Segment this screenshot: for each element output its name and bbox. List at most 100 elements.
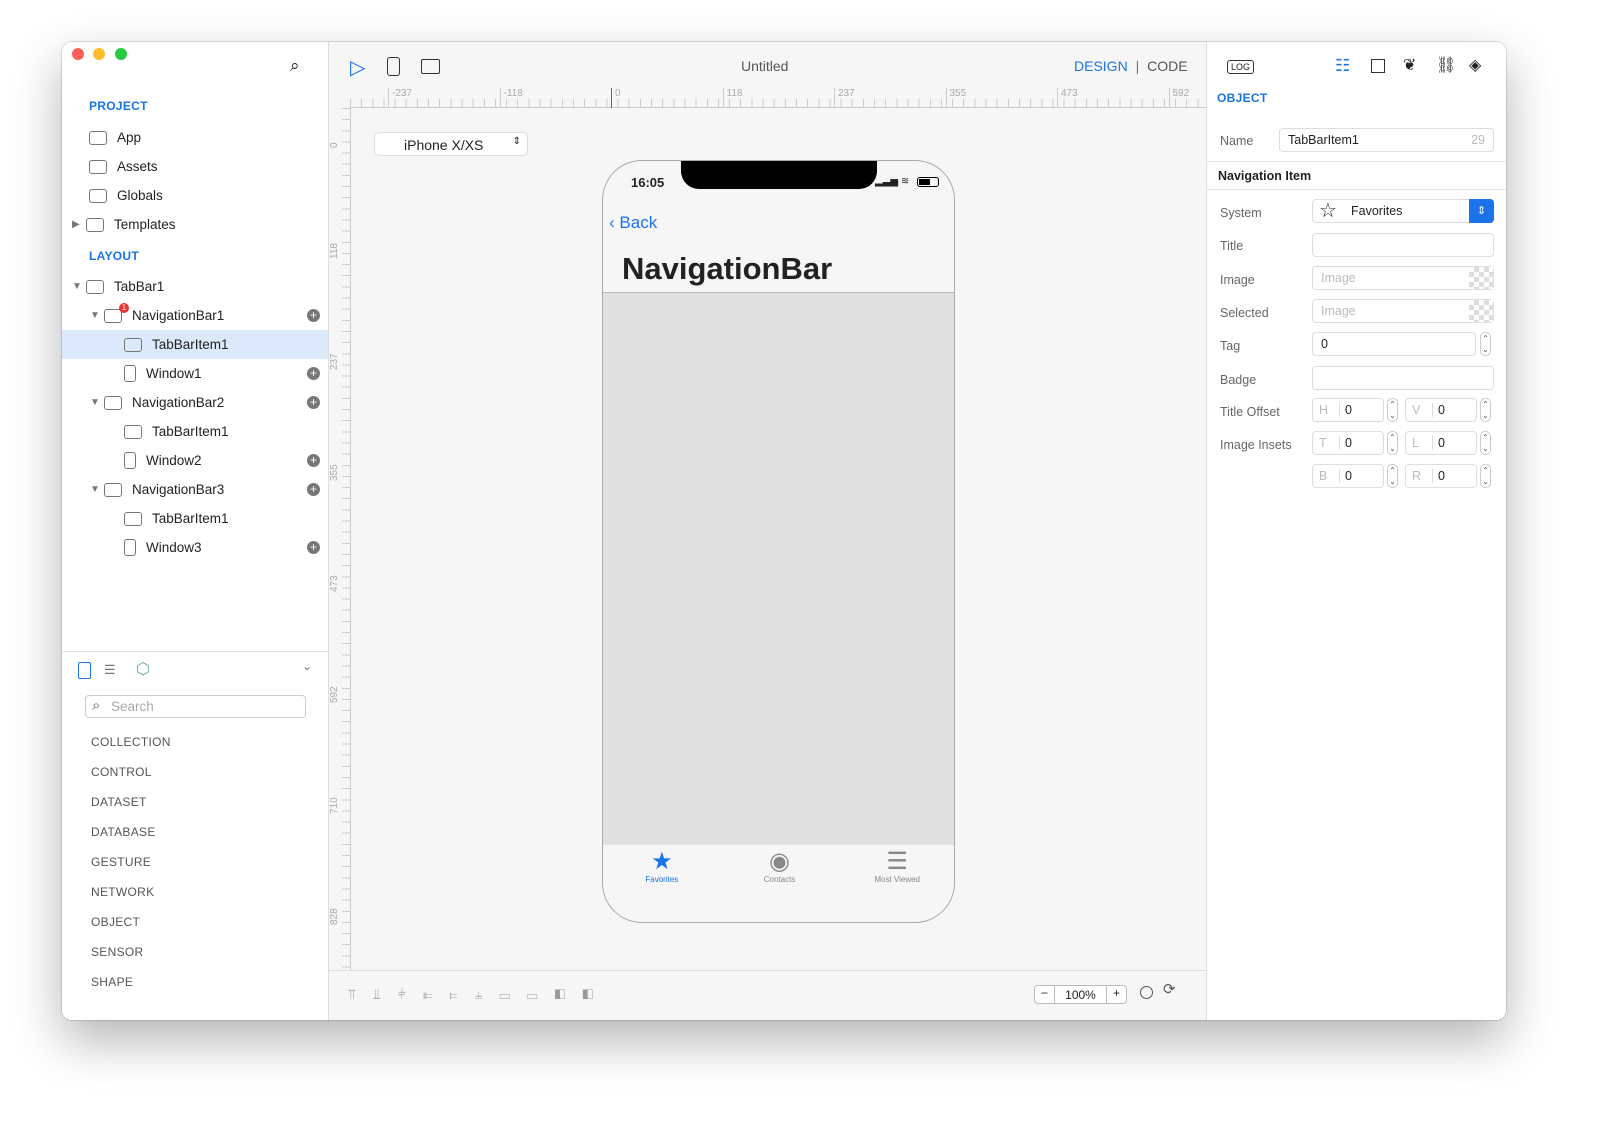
storyboard-icon[interactable] (421, 59, 440, 74)
l-stepper[interactable]: ⌃ ⌄ (1480, 431, 1491, 455)
zoom-in-button[interactable]: + (1106, 986, 1126, 1003)
diamond-icon[interactable]: ◈ (1469, 55, 1481, 75)
tab-bar-item[interactable]: ★ Favorites (603, 845, 721, 895)
library-category[interactable]: SHAPE (91, 975, 133, 989)
library-search-input[interactable]: ⌕ Search (85, 695, 306, 718)
design-tab[interactable]: DESIGN (1074, 58, 1128, 74)
ruler-label: 237 (834, 88, 855, 108)
disclosure-triangle-icon[interactable]: ▼ (72, 281, 86, 292)
image-input[interactable]: Image (1312, 266, 1494, 290)
r-input[interactable]: R0 (1405, 464, 1477, 488)
project-item[interactable]: Assets (62, 152, 328, 181)
h-stepper[interactable]: ⌃ ⌄ (1387, 398, 1398, 422)
l-input[interactable]: L0 (1405, 431, 1477, 455)
zoom-out-button[interactable]: − (1035, 986, 1055, 1003)
tab-bar-item[interactable]: ☰ Most Viewed (838, 845, 954, 895)
link-icon[interactable]: ⛓ (1436, 55, 1456, 75)
h-input[interactable]: H0 (1312, 398, 1384, 422)
disclosure-triangle-icon[interactable]: ▼ (90, 310, 104, 321)
library-category[interactable]: DATASET (91, 795, 147, 809)
device-selector[interactable]: iPhone X/XS ⇕ (374, 132, 528, 156)
v-input[interactable]: V0 (1405, 398, 1477, 422)
disclosure-triangle-icon[interactable]: ▶ (72, 219, 86, 230)
search-icon[interactable]: ⌕ (290, 56, 300, 76)
tree-item[interactable]: Window3 + (62, 533, 328, 562)
badge-input[interactable] (1312, 366, 1494, 390)
tree-item[interactable]: TabBarItem1 (62, 417, 328, 446)
close-window-button[interactable] (72, 48, 84, 60)
frame-icon[interactable] (1371, 59, 1385, 73)
cube-icon[interactable]: ⬡ (136, 659, 150, 679)
library-category[interactable]: CONTROL (91, 765, 152, 779)
play-icon[interactable]: ▷ (350, 55, 365, 80)
lotus-icon[interactable]: ❦ (1403, 55, 1416, 75)
library-category[interactable]: OBJECT (91, 915, 140, 929)
r-stepper[interactable]: ⌃ ⌄ (1480, 464, 1491, 488)
minimize-window-button[interactable] (93, 48, 105, 60)
title-input[interactable] (1312, 233, 1494, 257)
tree-item[interactable]: ▼ NavigationBar2 + (62, 388, 328, 417)
add-child-icon[interactable]: + (307, 396, 320, 409)
library-category[interactable]: SENSOR (91, 945, 143, 959)
project-item[interactable]: App (62, 123, 328, 152)
system-select[interactable]: ☆ Favorites ⇕ (1312, 199, 1494, 223)
l-value: 0 (1432, 436, 1445, 450)
star-icon: ☆ (1319, 200, 1337, 222)
tree-item[interactable]: TabBarItem1 (62, 504, 328, 533)
zoom-window-button[interactable] (115, 48, 127, 60)
navbar-library-icon[interactable]: ☰ (104, 662, 116, 678)
add-child-icon[interactable]: + (307, 483, 320, 496)
system-value: Favorites (1351, 204, 1403, 218)
project-item[interactable]: ▶ Templates (62, 210, 328, 239)
b-input[interactable]: B0 (1312, 464, 1384, 488)
t-stepper[interactable]: ⌃ ⌄ (1387, 431, 1398, 455)
battery-icon (917, 177, 939, 187)
disclosure-triangle-icon[interactable]: ▼ (90, 484, 104, 495)
library-category[interactable]: DATABASE (91, 825, 156, 839)
status-time: 16:05 (631, 175, 665, 190)
v-stepper[interactable]: ⌃ ⌄ (1480, 398, 1491, 422)
tree-item[interactable]: ▼ TabBar1 (62, 272, 328, 301)
disclosure-triangle-icon[interactable]: ▼ (90, 397, 104, 408)
code-tab[interactable]: CODE (1147, 58, 1187, 74)
t-input[interactable]: T0 (1312, 431, 1384, 455)
library-category[interactable]: COLLECTION (91, 735, 171, 749)
tree-item[interactable]: Window1 + (62, 359, 328, 388)
library-category[interactable]: GESTURE (91, 855, 151, 869)
document-title: Untitled (741, 58, 789, 74)
tab-bar-item[interactable]: ◉ Contacts (721, 845, 839, 895)
image-picker[interactable] (1469, 300, 1493, 322)
zoom-fit-icon[interactable] (1140, 986, 1153, 999)
tab-icon (86, 279, 104, 294)
chevron-down-icon[interactable]: ⌄ (302, 659, 312, 673)
back-button[interactable]: ‹ Back (609, 213, 657, 233)
image-picker[interactable] (1469, 267, 1493, 289)
name-input[interactable]: TabBarItem1 29 (1279, 128, 1494, 152)
library-category[interactable]: NETWORK (91, 885, 154, 899)
add-child-icon[interactable]: + (307, 541, 320, 554)
device-icon[interactable] (387, 57, 400, 76)
list-icon[interactable]: ☷ (1335, 56, 1350, 76)
window-library-icon[interactable] (78, 662, 91, 679)
system-label: System (1220, 206, 1262, 220)
inspector-panel: LOG ☷ ❦ ⛓ ◈ OBJECT Name TabBarItem1 29 Na… (1206, 42, 1506, 1020)
log-button[interactable]: LOG (1227, 60, 1255, 74)
add-child-icon[interactable]: + (307, 454, 320, 467)
b-stepper[interactable]: ⌃ ⌄ (1387, 464, 1398, 488)
tag-stepper[interactable]: ⌃ ⌄ (1480, 332, 1491, 356)
tree-item[interactable]: TabBarItem1 (62, 330, 328, 359)
alignment-tools[interactable]: ⫪⫫⫩⊫⊨⫨▭▭◧◧ (348, 986, 610, 1003)
star-icon: ★ (651, 848, 673, 875)
tree-item[interactable]: Window2 + (62, 446, 328, 475)
add-child-icon[interactable]: + (307, 367, 320, 380)
project-item[interactable]: Globals (62, 181, 328, 210)
tag-input[interactable]: 0 (1312, 332, 1476, 356)
selected-image-input[interactable]: Image (1312, 299, 1494, 323)
tree-item[interactable]: ▼ NavigationBar3 + (62, 475, 328, 504)
divider (329, 970, 1206, 971)
selected-label: Selected (1220, 306, 1269, 320)
object-header: OBJECT (1217, 91, 1268, 105)
tree-item[interactable]: ▼ 1 NavigationBar1 + (62, 301, 328, 330)
rotate-icon[interactable]: ⟳ (1163, 980, 1176, 998)
add-child-icon[interactable]: + (307, 309, 320, 322)
